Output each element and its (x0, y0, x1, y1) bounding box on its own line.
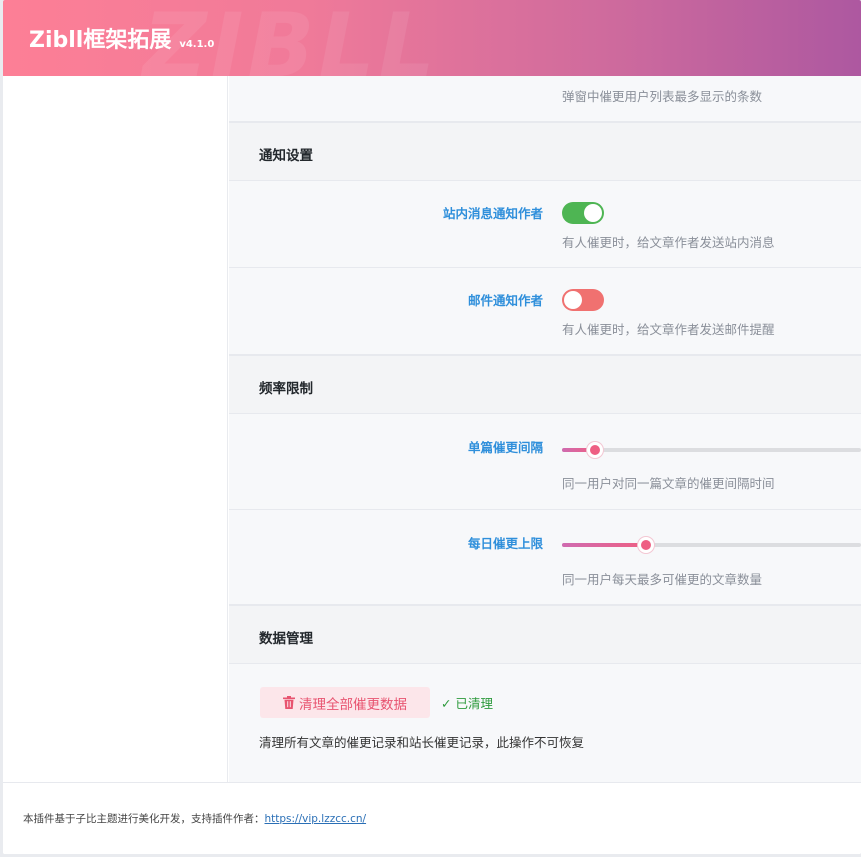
clear-all-data-button[interactable]: 清理全部催更数据 (260, 687, 430, 718)
row-daily-limit: 每日催更上限 同一用户每天最多可催更的文章数量 (229, 510, 861, 605)
footer: 本插件基于子比主题进行美化开发，支持插件作者：https://vip.lzzcc… (3, 782, 861, 854)
version-badge: v4.1.0 (179, 39, 215, 50)
daily-limit-slider[interactable] (562, 537, 861, 553)
field-label: 每日催更上限 (467, 536, 543, 551)
slider-track (562, 448, 861, 452)
toggle-knob (584, 204, 602, 222)
section-header-data: 数据管理 (229, 605, 861, 664)
brand: Zibll框架拓展 v4.1.0 (29, 22, 214, 54)
email-toggle[interactable] (562, 289, 604, 311)
button-label: 清理全部催更数据 (299, 696, 407, 713)
section-title: 通知设置 (259, 148, 313, 164)
app-title: Zibll框架拓展 (29, 28, 172, 53)
cleared-status: ✓ 已清理 (441, 696, 493, 711)
section-header-rate: 频率限制 (229, 355, 861, 414)
field-label: 单篇催更间隔 (467, 440, 543, 455)
section-title: 数据管理 (259, 631, 313, 647)
toggle-knob (564, 291, 582, 309)
field-label: 站内消息通知作者 (442, 206, 543, 221)
row-single-interval: 单篇催更间隔 同一用户对同一篇文章的催更间隔时间 (229, 414, 861, 510)
trash-icon (283, 696, 295, 709)
field-description: 有人催更时，给文章作者发送站内消息 (562, 235, 775, 250)
field-description: 清理所有文章的催更记录和站长催更记录，此操作不可恢复 (259, 735, 585, 750)
footer-credit: 本插件基于子比主题进行美化开发，支持插件作者： (23, 813, 265, 825)
field-description: 弹窗中催更用户列表最多显示的条数 (562, 89, 763, 104)
slider-fill (562, 543, 646, 547)
author-link[interactable]: https://vip.lzzcc.cn/ (265, 813, 367, 825)
row-max-users: 弹窗中催更用户列表最多显示的条数 (229, 76, 861, 122)
app-frame: ZIBLL Zibll框架拓展 v4.1.0 弹窗中催更用户列表最多显示的条数 … (3, 0, 861, 854)
field-description: 有人催更时，给文章作者发送邮件提醒 (562, 322, 775, 337)
row-email-notify: 邮件通知作者 有人催更时，给文章作者发送邮件提醒 (229, 268, 861, 355)
row-site-message-notify: 站内消息通知作者 有人催更时，给文章作者发送站内消息 (229, 181, 861, 268)
section-title: 频率限制 (259, 381, 313, 397)
footer-text: 本插件基于子比主题进行美化开发，支持插件作者：https://vip.lzzcc… (23, 811, 366, 826)
slider-thumb[interactable] (587, 442, 603, 458)
field-label: 邮件通知作者 (467, 293, 543, 308)
single-interval-slider[interactable] (562, 442, 861, 458)
section-header-notify: 通知设置 (229, 122, 861, 181)
sidebar (3, 76, 228, 782)
site-message-toggle[interactable] (562, 202, 604, 224)
header-bar: ZIBLL Zibll框架拓展 v4.1.0 (3, 0, 861, 76)
field-description: 同一用户每天最多可催更的文章数量 (562, 572, 763, 587)
slider-thumb[interactable] (638, 537, 654, 553)
field-description: 同一用户对同一篇文章的催更间隔时间 (562, 476, 775, 491)
settings-content: 弹窗中催更用户列表最多显示的条数 通知设置 站内消息通知作者 有人催更时，给文章… (229, 76, 861, 782)
